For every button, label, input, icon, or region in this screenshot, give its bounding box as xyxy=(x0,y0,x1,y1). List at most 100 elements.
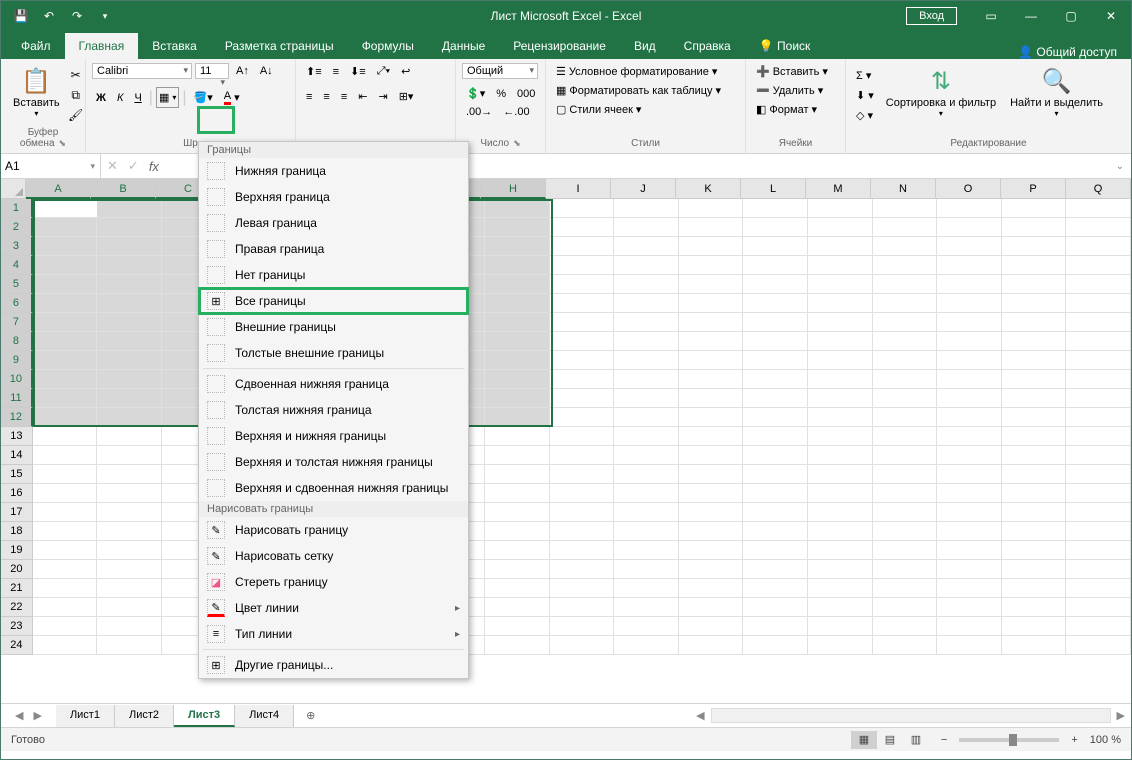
cell[interactable] xyxy=(550,636,615,655)
cell[interactable] xyxy=(33,560,98,579)
tab-home[interactable]: Главная xyxy=(65,33,139,59)
cell[interactable] xyxy=(679,579,744,598)
cell[interactable] xyxy=(485,389,550,408)
cell[interactable] xyxy=(1002,351,1067,370)
cell[interactable] xyxy=(614,560,679,579)
indent-inc-icon[interactable]: ⇥ xyxy=(374,88,391,105)
cell[interactable] xyxy=(614,313,679,332)
copy-icon[interactable]: ⧉ xyxy=(68,87,84,103)
cell[interactable] xyxy=(873,427,938,446)
cell[interactable] xyxy=(550,237,615,256)
cell[interactable] xyxy=(1002,332,1067,351)
cell[interactable] xyxy=(550,465,615,484)
cell[interactable] xyxy=(743,522,808,541)
number-format-combo[interactable]: Общий xyxy=(462,63,538,79)
cell[interactable] xyxy=(808,351,873,370)
format-cells-button[interactable]: ◧Формат ▾ xyxy=(752,101,839,118)
col-header-K[interactable]: K xyxy=(676,179,741,199)
cell[interactable] xyxy=(550,218,615,237)
cell[interactable] xyxy=(614,256,679,275)
cell[interactable] xyxy=(1002,560,1067,579)
border-topbottom-item[interactable]: Верхняя и нижняя границы xyxy=(199,423,468,449)
cell[interactable] xyxy=(1066,427,1131,446)
cell[interactable] xyxy=(485,237,550,256)
tab-review[interactable]: Рецензирование xyxy=(499,33,620,59)
cell[interactable] xyxy=(97,617,162,636)
cell[interactable] xyxy=(1002,294,1067,313)
cell[interactable] xyxy=(743,636,808,655)
cell[interactable] xyxy=(1066,598,1131,617)
cell[interactable] xyxy=(873,617,938,636)
cell[interactable] xyxy=(1002,218,1067,237)
border-none-item[interactable]: Нет границы xyxy=(199,262,468,288)
dec-decimal-icon[interactable]: ←.00 xyxy=(499,104,533,120)
cell[interactable] xyxy=(873,598,938,617)
insert-cells-button[interactable]: ➕Вставить ▾ xyxy=(752,63,839,80)
cell[interactable] xyxy=(614,351,679,370)
cell[interactable] xyxy=(550,598,615,617)
cell[interactable] xyxy=(743,541,808,560)
row-header-11[interactable]: 11 xyxy=(1,389,33,408)
cell[interactable] xyxy=(808,427,873,446)
row-header-12[interactable]: 12 xyxy=(1,408,33,427)
cell[interactable] xyxy=(679,218,744,237)
cell[interactable] xyxy=(1002,465,1067,484)
cell[interactable] xyxy=(1002,199,1067,218)
border-dblbottom-item[interactable]: Сдвоенная нижняя граница xyxy=(199,371,468,397)
launcher-icon[interactable]: ⬊ xyxy=(59,138,67,148)
cell[interactable] xyxy=(1002,617,1067,636)
cell[interactable] xyxy=(485,199,550,218)
cell[interactable] xyxy=(614,237,679,256)
cell[interactable] xyxy=(485,522,550,541)
fill-icon[interactable]: ⬇ ▾ xyxy=(852,87,878,104)
cell[interactable] xyxy=(808,484,873,503)
cell[interactable] xyxy=(679,446,744,465)
cell[interactable] xyxy=(873,351,938,370)
italic-button[interactable]: К xyxy=(113,90,127,106)
cell[interactable] xyxy=(33,313,98,332)
cell[interactable] xyxy=(679,636,744,655)
cell[interactable] xyxy=(873,560,938,579)
merge-icon[interactable]: ⊞▾ xyxy=(395,88,418,105)
border-left-item[interactable]: Левая граница xyxy=(199,210,468,236)
cell[interactable] xyxy=(873,579,938,598)
cell[interactable] xyxy=(873,541,938,560)
cell[interactable] xyxy=(485,484,550,503)
cell[interactable] xyxy=(808,446,873,465)
sheet-tab-1[interactable]: Лист1 xyxy=(56,705,115,727)
cell[interactable] xyxy=(937,332,1002,351)
cell[interactable] xyxy=(937,636,1002,655)
align-center-icon[interactable]: ≡ xyxy=(319,89,333,105)
cell[interactable] xyxy=(485,465,550,484)
cell[interactable] xyxy=(937,294,1002,313)
cell[interactable] xyxy=(873,522,938,541)
row-header-13[interactable]: 13 xyxy=(1,427,33,446)
cell[interactable] xyxy=(937,617,1002,636)
cell[interactable] xyxy=(614,503,679,522)
cell[interactable] xyxy=(1066,237,1131,256)
row-header-2[interactable]: 2 xyxy=(1,218,33,237)
tab-data[interactable]: Данные xyxy=(428,33,499,59)
cell[interactable] xyxy=(33,218,98,237)
more-borders-item[interactable]: ⊞Другие границы... xyxy=(199,652,468,678)
currency-icon[interactable]: 💲▾ xyxy=(462,85,489,102)
enter-formula-icon[interactable]: ✓ xyxy=(128,158,139,174)
tab-help[interactable]: Справка xyxy=(670,33,745,59)
cell[interactable] xyxy=(743,351,808,370)
cell[interactable] xyxy=(1002,256,1067,275)
cell[interactable] xyxy=(873,256,938,275)
cell[interactable] xyxy=(1066,199,1131,218)
line-style-item[interactable]: ≡Тип линии xyxy=(199,621,468,647)
row-header-16[interactable]: 16 xyxy=(1,484,33,503)
cell[interactable] xyxy=(614,218,679,237)
cell[interactable] xyxy=(485,370,550,389)
cell[interactable] xyxy=(873,446,938,465)
cell[interactable] xyxy=(937,218,1002,237)
cell[interactable] xyxy=(743,503,808,522)
cell[interactable] xyxy=(937,446,1002,465)
cell[interactable] xyxy=(1002,541,1067,560)
maximize-icon[interactable]: ▢ xyxy=(1051,2,1091,30)
cell[interactable] xyxy=(33,541,98,560)
cell[interactable] xyxy=(1066,446,1131,465)
erase-border-item[interactable]: ◪Стереть границу xyxy=(199,569,468,595)
